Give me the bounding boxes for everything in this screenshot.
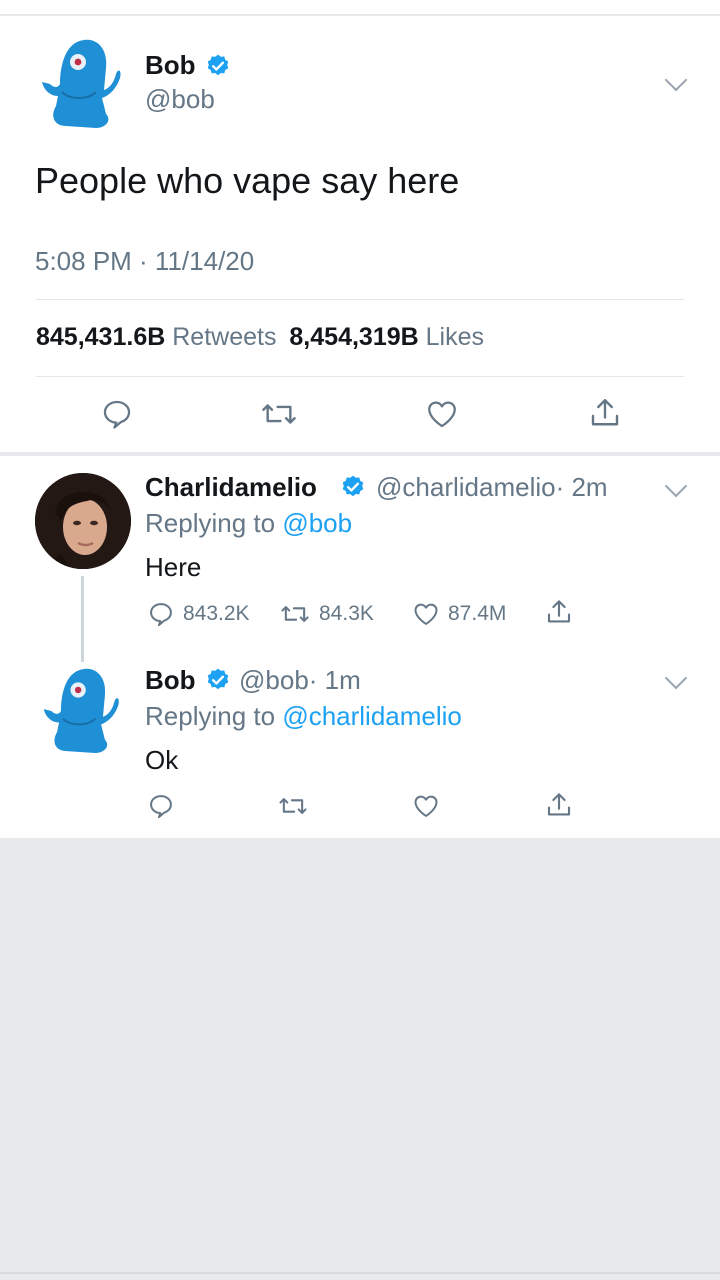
replying-to-prefix: Replying to (145, 508, 276, 538)
replying-to-link[interactable]: @bob (282, 508, 352, 538)
bob-avatar[interactable] (36, 34, 126, 134)
retweet-icon[interactable] (259, 397, 299, 431)
top-separator (0, 0, 720, 16)
likes-label: Likes (425, 323, 485, 351)
reply-thread: Charlidamelio @charlidamelio· 2m Replyin… (0, 456, 720, 838)
reply-count: 843.2K (183, 602, 250, 625)
reply-handle[interactable]: @charlidamelio (376, 472, 556, 502)
like-heart-icon (414, 603, 438, 625)
like-count: 87.4M (448, 602, 507, 625)
reply-author-name[interactable]: Charlidamelio (145, 472, 317, 503)
reply-icon[interactable] (147, 792, 175, 820)
divider (36, 299, 684, 300)
bob-avatar[interactable] (38, 662, 124, 760)
reply-action[interactable]: 843.2K (147, 600, 250, 628)
tweet-stats: 845,431.6B Retweets 8,454,319B Likes (36, 323, 484, 352)
replying-to-line: Replying to @charlidamelio (145, 701, 462, 732)
chevron-down-icon[interactable] (664, 474, 688, 498)
author-handle[interactable]: @bob (145, 84, 215, 115)
replying-to-link[interactable]: @charlidamelio (282, 701, 462, 731)
retweet-count: 84.3K (319, 602, 374, 625)
retweets-label: Retweets (172, 323, 277, 351)
main-tweet[interactable]: Bob @bob People who vape say here 5:08 P… (0, 16, 720, 452)
reply-text: Ok (145, 745, 179, 775)
retweet-icon (281, 606, 309, 622)
verified-badge-icon (342, 475, 364, 497)
reply-author-handle: @charlidamelio· 2m (376, 472, 608, 503)
retweet-action[interactable]: 84.3K (279, 600, 374, 628)
verified-badge-icon (207, 668, 229, 690)
share-icon[interactable] (587, 395, 623, 431)
share-icon[interactable] (544, 597, 574, 627)
thread-connector-line (81, 576, 84, 662)
author-name[interactable]: Bob (145, 50, 196, 81)
chevron-down-icon[interactable] (664, 68, 688, 92)
replying-to-prefix: Replying to (145, 701, 276, 731)
like-heart-icon[interactable] (412, 792, 440, 820)
verified-badge-icon (207, 54, 229, 76)
replying-to-line: Replying to @bob (145, 508, 352, 539)
chevron-down-icon[interactable] (664, 666, 688, 690)
reply-icon[interactable] (100, 397, 134, 431)
likes-count: 8,454,319B (289, 323, 419, 351)
retweets-stat[interactable]: 845,431.6B Retweets (36, 323, 276, 351)
reply-time: · 1m (308, 665, 361, 695)
bottom-separator (0, 1272, 720, 1274)
reply-handle[interactable]: @bob (239, 665, 309, 695)
reply-author-handle: @bob· 1m (239, 665, 361, 696)
reply-icon (150, 603, 172, 627)
charlidamelio-avatar[interactable] (35, 473, 131, 569)
divider (36, 376, 684, 377)
retweets-count: 845,431.6B (36, 323, 166, 351)
reply-author-name[interactable]: Bob (145, 665, 196, 696)
likes-stat[interactable]: 8,454,319B Likes (289, 323, 484, 351)
retweet-icon[interactable] (277, 792, 309, 820)
tweet-timestamp[interactable]: 5:08 PM · 11/14/20 (35, 246, 254, 277)
like-action[interactable]: 87.4M (412, 600, 506, 628)
reply-text: Here (145, 552, 202, 582)
tweet-text: People who vape say here (35, 160, 460, 201)
share-icon[interactable] (544, 790, 574, 820)
like-heart-icon[interactable] (424, 397, 460, 431)
reply-time: · 2m (555, 472, 608, 502)
